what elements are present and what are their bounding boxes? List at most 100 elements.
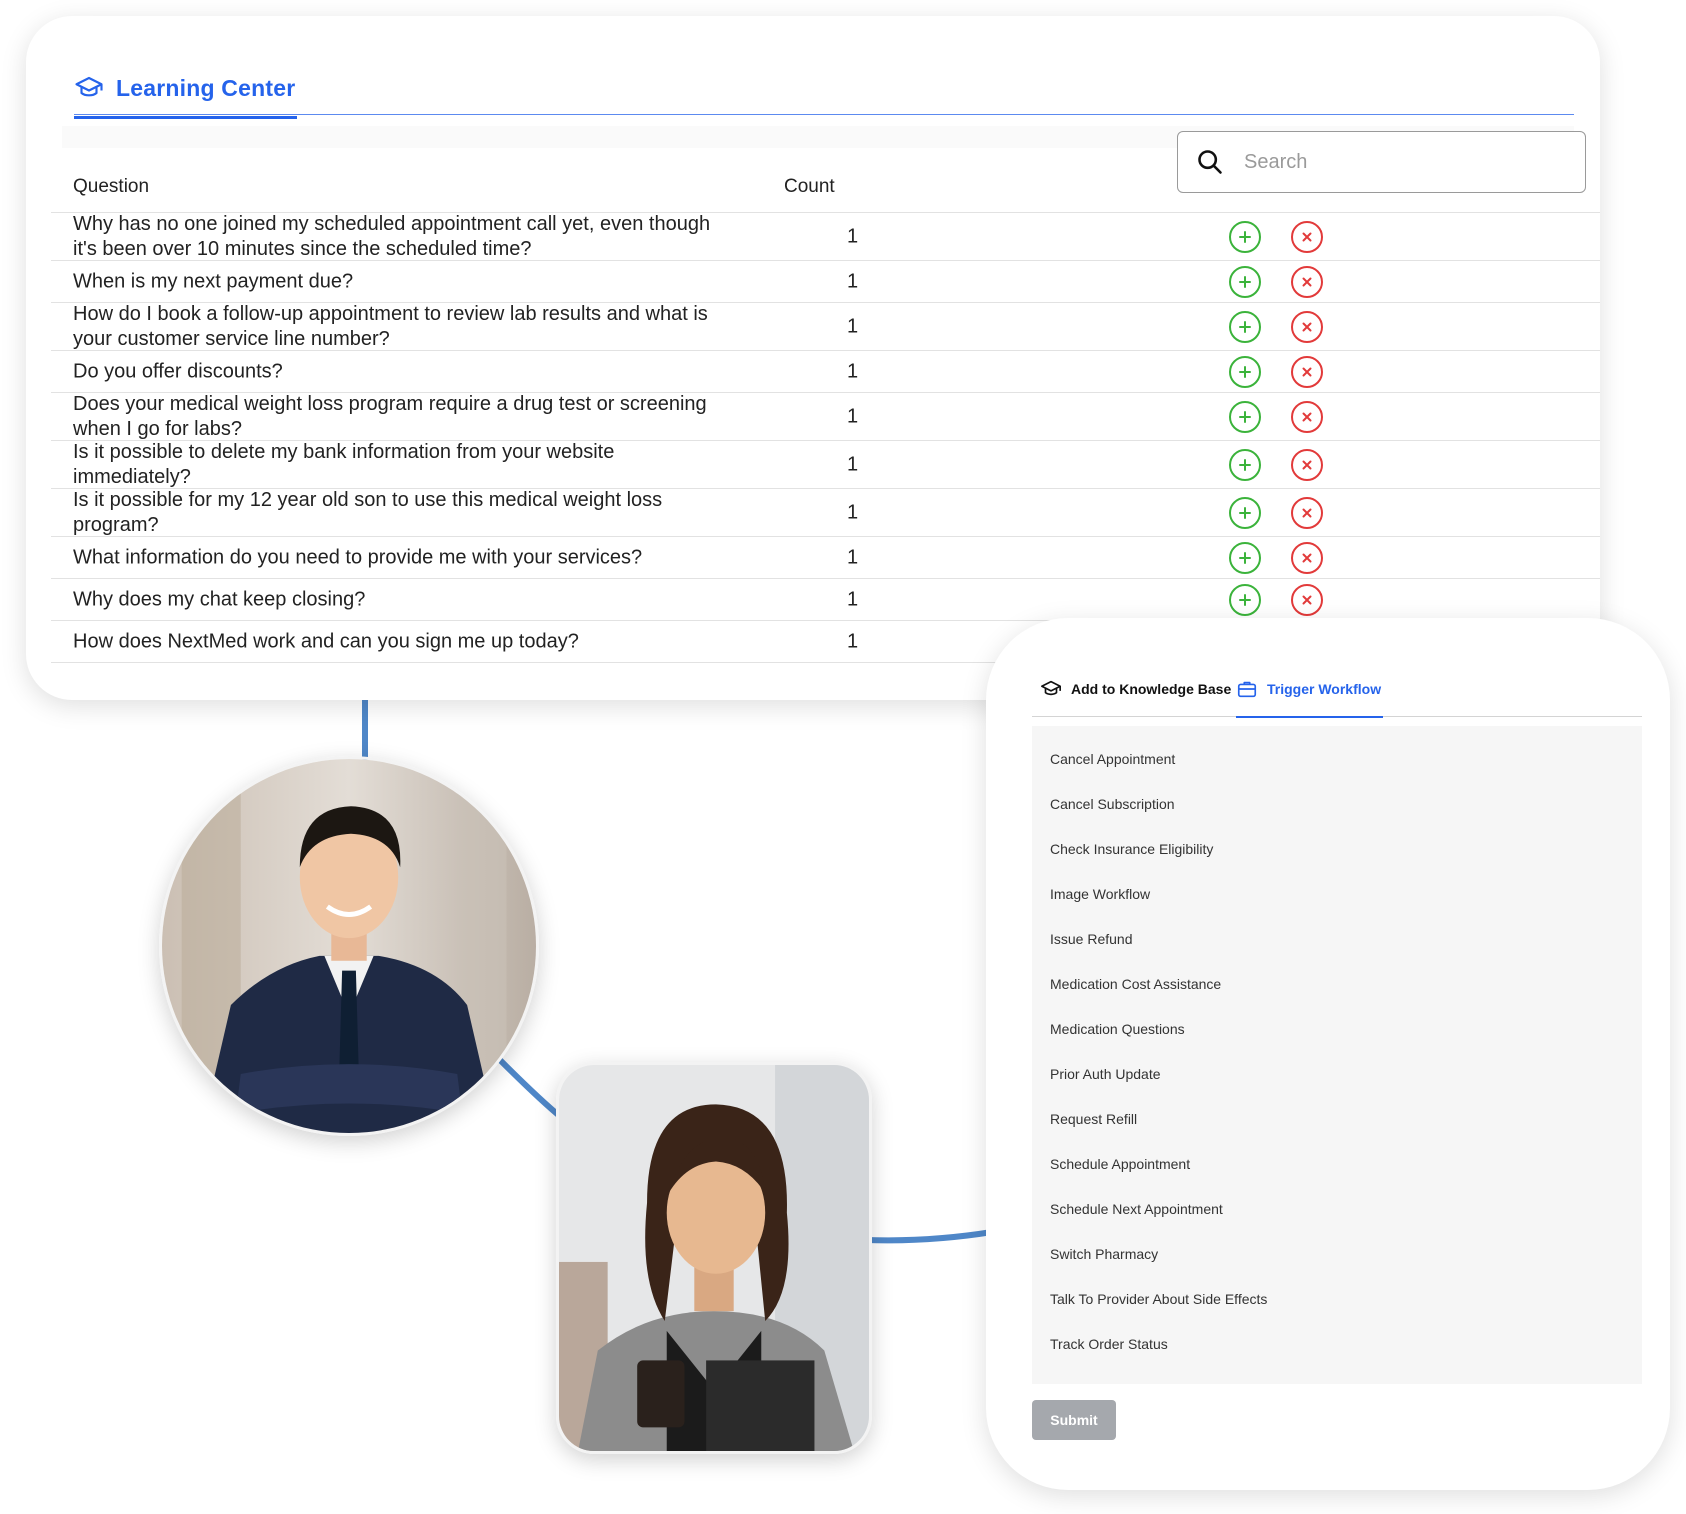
workflow-option[interactable]: Image Workflow bbox=[1032, 883, 1642, 928]
table-row: Is it possible for my 12 year old son to… bbox=[51, 489, 1600, 537]
submit-button[interactable]: Submit bbox=[1032, 1400, 1116, 1440]
add-button[interactable] bbox=[1229, 265, 1261, 298]
add-button[interactable] bbox=[1229, 496, 1261, 529]
workflow-option[interactable]: Request Refill bbox=[1032, 1108, 1642, 1153]
table-row: Is it possible to delete my bank informa… bbox=[51, 441, 1600, 489]
close-icon bbox=[1302, 232, 1312, 241]
close-icon bbox=[1302, 595, 1312, 604]
table-row: Why has no one joined my scheduled appoi… bbox=[51, 213, 1600, 261]
close-icon bbox=[1302, 553, 1312, 562]
plus-icon bbox=[1239, 551, 1251, 564]
reject-button[interactable] bbox=[1291, 583, 1323, 616]
question-table: Why has no one joined my scheduled appoi… bbox=[51, 212, 1600, 663]
question-text: Is it possible for my 12 year old son to… bbox=[73, 488, 663, 536]
workflow-option[interactable]: Talk To Provider About Side Effects bbox=[1032, 1288, 1642, 1333]
close-icon bbox=[1302, 460, 1312, 469]
count-value: 1 bbox=[847, 630, 859, 652]
add-button[interactable] bbox=[1229, 220, 1261, 253]
workflow-option[interactable]: Switch Pharmacy bbox=[1032, 1243, 1642, 1288]
table-row: What information do you need to provide … bbox=[51, 537, 1600, 579]
workflow-option[interactable]: Schedule Next Appointment bbox=[1032, 1198, 1642, 1243]
add-button[interactable] bbox=[1229, 448, 1261, 481]
workflow-option[interactable]: Check Insurance Eligibility bbox=[1032, 838, 1642, 883]
add-button[interactable] bbox=[1229, 310, 1261, 343]
count-value: 1 bbox=[847, 501, 859, 523]
close-icon bbox=[1302, 277, 1312, 286]
plus-icon bbox=[1239, 506, 1251, 519]
plus-icon bbox=[1239, 410, 1251, 423]
question-text: How do I book a follow-up appointment to… bbox=[73, 302, 708, 350]
tab-add-to-knowledge-base[interactable]: Add to Knowledge Base bbox=[1040, 662, 1231, 716]
page-title: Learning Center bbox=[116, 74, 296, 101]
question-text: Do you offer discounts? bbox=[73, 360, 283, 382]
reject-button[interactable] bbox=[1291, 310, 1323, 343]
table-row: Do you offer discounts? 1 bbox=[51, 351, 1600, 393]
woman-portrait-photo bbox=[556, 1062, 872, 1454]
learning-center-tab[interactable]: Learning Center bbox=[74, 60, 298, 119]
plus-icon bbox=[1239, 365, 1251, 378]
workflow-option[interactable]: Cancel Appointment bbox=[1032, 748, 1642, 793]
workflow-panel: Add to Knowledge Base Trigger Workflow C… bbox=[986, 618, 1670, 1490]
workflow-list: Cancel Appointment Cancel Subscription Che… bbox=[1032, 726, 1642, 1384]
reject-button[interactable] bbox=[1291, 400, 1323, 433]
question-text: What information do you need to provide … bbox=[73, 546, 643, 568]
count-value: 1 bbox=[847, 270, 859, 292]
reject-button[interactable] bbox=[1291, 355, 1323, 388]
column-header-count: Count bbox=[784, 176, 835, 197]
briefcase-icon bbox=[1237, 681, 1257, 698]
count-value: 1 bbox=[847, 360, 859, 382]
search-input[interactable] bbox=[1242, 149, 1546, 175]
question-text: How does NextMed work and can you sign m… bbox=[73, 630, 579, 652]
workflow-option[interactable]: Cancel Subscription bbox=[1032, 793, 1642, 838]
learning-center-card: Learning Center Question Count Why has n… bbox=[26, 16, 1600, 700]
count-value: 1 bbox=[847, 405, 859, 427]
plus-icon bbox=[1239, 275, 1251, 288]
search-box[interactable] bbox=[1177, 131, 1586, 193]
panel-tabs: Add to Knowledge Base Trigger Workflow bbox=[1032, 662, 1642, 718]
plus-icon bbox=[1239, 458, 1251, 471]
count-value: 1 bbox=[847, 453, 859, 475]
plus-icon bbox=[1239, 593, 1251, 606]
question-text: Why does my chat keep closing? bbox=[73, 588, 366, 610]
count-value: 1 bbox=[847, 546, 859, 568]
workflow-option[interactable]: Medication Questions bbox=[1032, 1018, 1642, 1063]
count-value: 1 bbox=[847, 588, 859, 610]
reject-button[interactable] bbox=[1291, 496, 1323, 529]
reject-button[interactable] bbox=[1291, 265, 1323, 298]
workflow-option[interactable]: Medication Cost Assistance bbox=[1032, 973, 1642, 1018]
add-button[interactable] bbox=[1229, 355, 1261, 388]
close-icon bbox=[1302, 412, 1312, 421]
workflow-option[interactable]: Prior Auth Update bbox=[1032, 1063, 1642, 1108]
question-text: Why has no one joined my scheduled appoi… bbox=[73, 212, 711, 260]
graduation-cap-icon bbox=[1041, 680, 1061, 696]
count-value: 1 bbox=[847, 315, 859, 337]
graduation-cap-icon bbox=[74, 73, 104, 103]
workflow-option[interactable]: Issue Refund bbox=[1032, 928, 1642, 973]
reject-button[interactable] bbox=[1291, 448, 1323, 481]
question-text: When is my next payment due? bbox=[73, 270, 354, 292]
close-icon bbox=[1302, 508, 1312, 517]
table-row: Does your medical weight loss program re… bbox=[51, 393, 1600, 441]
workflow-option[interactable]: Track Order Status bbox=[1032, 1333, 1642, 1378]
man-portrait-photo bbox=[159, 756, 539, 1136]
add-button[interactable] bbox=[1229, 400, 1261, 433]
tab-label: Add to Knowledge Base bbox=[1071, 681, 1232, 697]
close-icon bbox=[1302, 322, 1312, 331]
close-icon bbox=[1302, 367, 1312, 376]
header-divider bbox=[74, 114, 1574, 115]
question-text: Does your medical weight loss program re… bbox=[73, 392, 707, 440]
table-row: Why does my chat keep closing? 1 bbox=[51, 579, 1600, 621]
count-value: 1 bbox=[847, 225, 859, 247]
table-row: When is my next payment due? 1 bbox=[51, 261, 1600, 303]
question-text: Is it possible to delete my bank informa… bbox=[73, 440, 615, 488]
tab-trigger-workflow[interactable]: Trigger Workflow bbox=[1236, 662, 1384, 718]
add-button[interactable] bbox=[1229, 583, 1261, 616]
tab-label: Trigger Workflow bbox=[1267, 681, 1382, 697]
plus-icon bbox=[1239, 230, 1251, 243]
reject-button[interactable] bbox=[1291, 220, 1323, 253]
reject-button[interactable] bbox=[1291, 541, 1323, 574]
workflow-option[interactable]: Schedule Appointment bbox=[1032, 1153, 1642, 1198]
search-icon bbox=[1198, 150, 1222, 174]
column-header-question: Question bbox=[73, 176, 150, 197]
add-button[interactable] bbox=[1229, 541, 1261, 574]
